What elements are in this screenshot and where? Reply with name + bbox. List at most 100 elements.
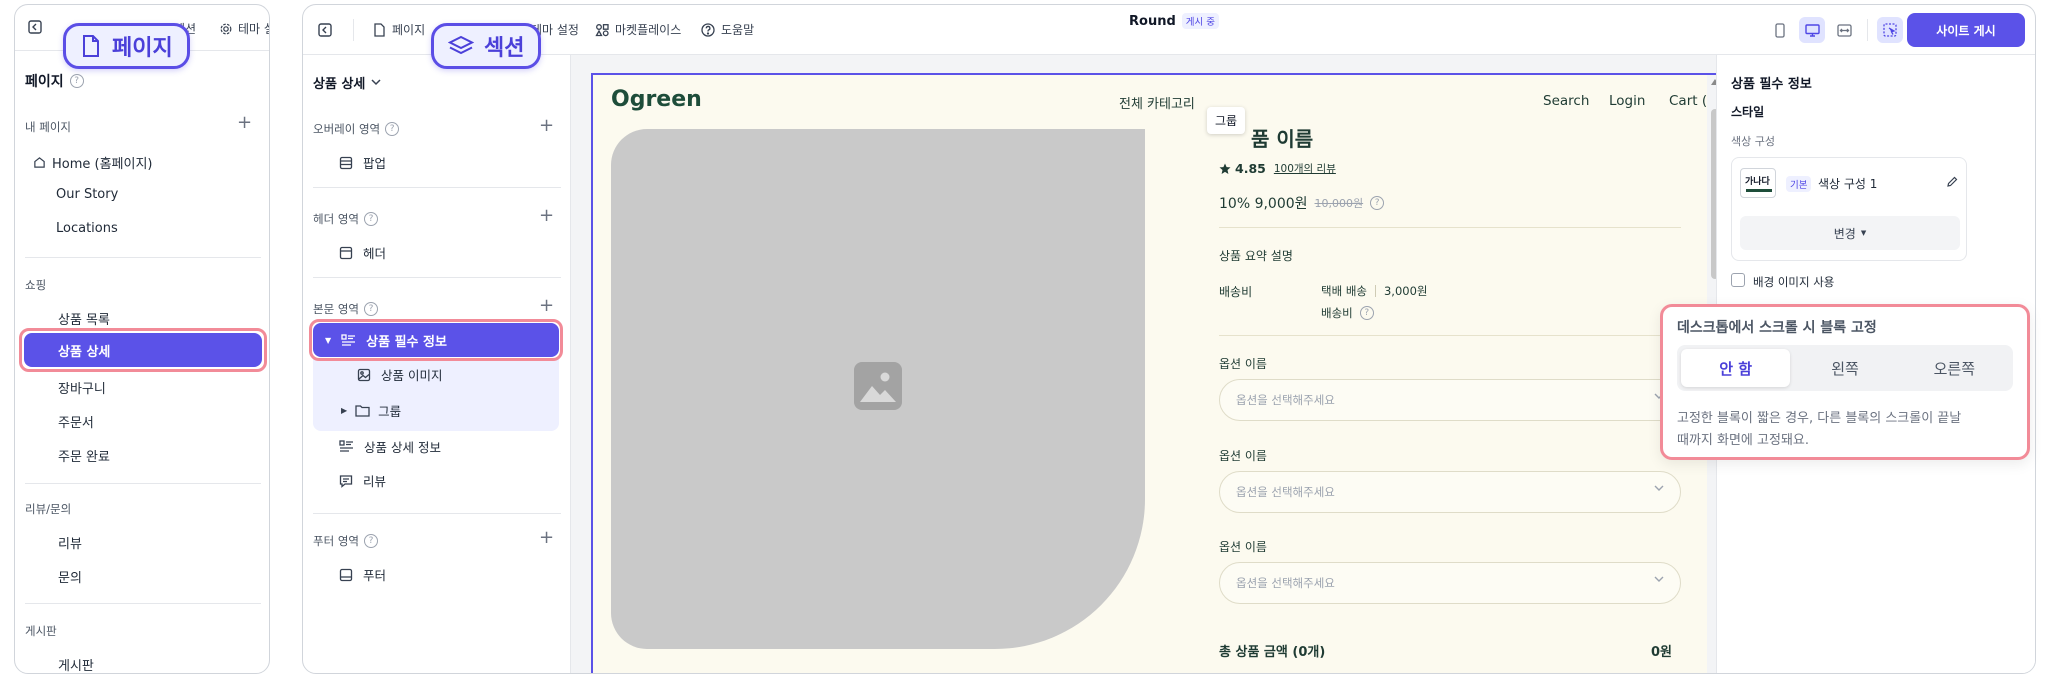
pages-panel: 섹션 테마 설 페이지 페이지 ? 내 페이지 + Home (홈페이지) Ou… [14, 4, 270, 674]
chevron-down-icon [1654, 485, 1664, 492]
select-mode-button[interactable] [1877, 17, 1903, 43]
option-select-3[interactable]: 옵션을 선택해주세요 [1219, 562, 1681, 604]
sticky-option-right[interactable]: 오른쪽 [1900, 349, 2009, 387]
page-item-order-complete[interactable]: 주문 완료 [58, 446, 110, 465]
marketplace-tab-label: 마켓플레이스 [615, 23, 682, 37]
add-overlay-button[interactable]: + [539, 115, 554, 136]
shipping-label: 배송비 [1219, 285, 1253, 299]
pencil-icon[interactable] [1946, 176, 1958, 188]
change-button-label: 변경 [1833, 226, 1856, 241]
site-preview[interactable]: Ogreen 전체 카테고리 Search Login Cart (2) 그룹 … [591, 73, 1725, 673]
shipping-fee: 3,000원 [1383, 284, 1428, 298]
help-tab-label: 도움말 [721, 23, 755, 37]
color-scheme-label: 색상 구성 [1731, 135, 1775, 148]
page-item-order-form[interactable]: 주문서 [58, 412, 94, 431]
page-item-product-list[interactable]: 상품 목록 [58, 309, 110, 328]
option-select-2[interactable]: 옵션을 선택해주세요 [1219, 471, 1681, 513]
all-categories-link[interactable]: 전체 카테고리 [1119, 93, 1195, 112]
section-popup-label: 팝업 [363, 156, 387, 171]
sticky-option-none[interactable]: 안 함 [1681, 349, 1791, 387]
rating-value: 4.85 [1235, 161, 1266, 176]
sidebar-toggle-icon[interactable] [317, 22, 333, 38]
section-panel: 상품 상세 오버레이 영역 ? + 팝업 헤더 영역 ? + 헤더 본문 영역 … [303, 55, 571, 673]
desktop-view-button[interactable] [1799, 17, 1825, 43]
list-block-icon [339, 440, 354, 453]
bg-image-checkbox[interactable] [1731, 273, 1745, 287]
default-badge: 기본 [1786, 176, 1812, 192]
add-footer-button[interactable]: + [539, 527, 554, 548]
sidebar-toggle-icon[interactable] [27, 19, 43, 35]
my-pages-label: 내 페이지 [25, 120, 71, 134]
marketplace-tab[interactable]: 마켓플레이스 [595, 21, 681, 38]
page-item-product-detail[interactable]: 상품 상세 [24, 333, 262, 367]
login-link[interactable]: Login [1609, 93, 1645, 109]
help-icon[interactable]: ? [1359, 306, 1374, 320]
help-icon[interactable]: ? [363, 302, 378, 316]
expand-caret-icon[interactable]: ▶ [341, 406, 347, 415]
add-body-section-button[interactable]: + [539, 295, 554, 316]
help-icon[interactable]: ? [363, 534, 378, 548]
search-link[interactable]: Search [1543, 93, 1589, 109]
change-color-button[interactable]: 변경 ▼ [1740, 216, 1960, 250]
section-review[interactable]: 리뷰 [339, 471, 386, 490]
help-icon[interactable]: ? [363, 212, 378, 226]
total-value: 0원 [1651, 645, 1673, 660]
group-tooltip-label: 그룹 [1215, 114, 1238, 128]
publish-site-button[interactable]: 사이트 게시 [1907, 13, 2025, 47]
pages-callout-label: 페이지 [112, 36, 173, 61]
pages-tab[interactable]: 페이지 [373, 21, 425, 38]
section-review-label: 리뷰 [363, 474, 387, 489]
color-swatch-bar [1746, 189, 1772, 192]
desktop-icon [1804, 23, 1820, 37]
page-item-board[interactable]: 게시판 [58, 655, 94, 673]
theme-settings-tab[interactable]: 테마 설 [219, 20, 269, 37]
editor-canvas: Ogreen 전체 카테고리 Search Login Cart (2) 그룹 … [571, 55, 1725, 673]
help-tab[interactable]: 도움말 [701, 21, 754, 38]
page-item-home[interactable]: Home (홈페이지) [33, 153, 153, 172]
page-item-locations[interactable]: Locations [56, 221, 118, 236]
help-icon[interactable]: ? [1370, 196, 1385, 210]
page-item-home-label: Home (홈페이지) [52, 157, 153, 172]
review-label: 리뷰/문의 [25, 502, 72, 516]
popover-description-line2: 때까지 화면에 고정돼요. [1677, 433, 1809, 448]
sticky-position-segmented-control: 안 함 왼쪽 오른쪽 [1677, 345, 2013, 391]
color-swatch[interactable]: 가나다 [1740, 168, 1776, 198]
overlay-area-text: 오버레이 영역 [313, 122, 381, 136]
site-brand-logo[interactable]: Ogreen [611, 87, 702, 112]
sticky-option-left[interactable]: 왼쪽 [1790, 349, 1899, 387]
block-group[interactable]: ▶ 그룹 [341, 401, 401, 420]
collapse-caret-icon[interactable]: ▼ [325, 336, 331, 345]
page-item-product-detail-label: 상품 상세 [58, 344, 111, 360]
page-item-inquiry[interactable]: 문의 [58, 567, 82, 586]
header-area-label: 헤더 영역 ? [313, 211, 378, 227]
bg-image-label: 배경 이미지 사용 [1753, 275, 1835, 289]
section-footer[interactable]: 푸터 [339, 565, 386, 584]
section-header[interactable]: 헤더 [339, 243, 386, 262]
help-icon[interactable]: ? [385, 122, 400, 136]
add-header-button[interactable]: + [539, 205, 554, 226]
chat-bubble-icon [339, 474, 353, 488]
footer-area-label: 푸터 영역 ? [313, 533, 378, 549]
image-placeholder-icon [854, 362, 902, 410]
file-icon [373, 22, 386, 37]
block-product-image[interactable]: 상품 이미지 [357, 365, 442, 384]
popover-description-line1: 고정한 블록이 짧은 경우, 다른 블록의 스크롤이 끝날 [1677, 411, 1962, 426]
divider [1374, 285, 1376, 297]
section-popup[interactable]: 팝업 [339, 153, 386, 172]
fit-width-button[interactable] [1831, 17, 1857, 43]
mobile-view-button[interactable] [1767, 17, 1793, 43]
help-icon[interactable]: ? [69, 74, 84, 88]
reviews-link[interactable]: 100개의 리뷰 [1274, 161, 1336, 176]
option-select-1[interactable]: 옵션을 선택해주세요 [1219, 379, 1681, 421]
shop-label: 쇼핑 [25, 278, 47, 292]
add-page-button[interactable]: + [237, 112, 252, 133]
option-label-1: 옵션 이름 [1219, 357, 1267, 371]
page-item-our-story[interactable]: Our Story [56, 187, 118, 202]
section-product-detail-info[interactable]: 상품 상세 정보 [339, 437, 441, 456]
rating: 4.85 100개의 리뷰 [1219, 161, 1336, 176]
site-name[interactable]: Round 게시 중 [1129, 13, 1220, 29]
section-product-essentials[interactable]: ▼ 상품 필수 정보 [313, 323, 559, 357]
page-selector[interactable]: 상품 상세 [313, 73, 381, 92]
page-item-cart[interactable]: 장바구니 [58, 378, 106, 397]
page-item-review[interactable]: 리뷰 [58, 533, 82, 552]
